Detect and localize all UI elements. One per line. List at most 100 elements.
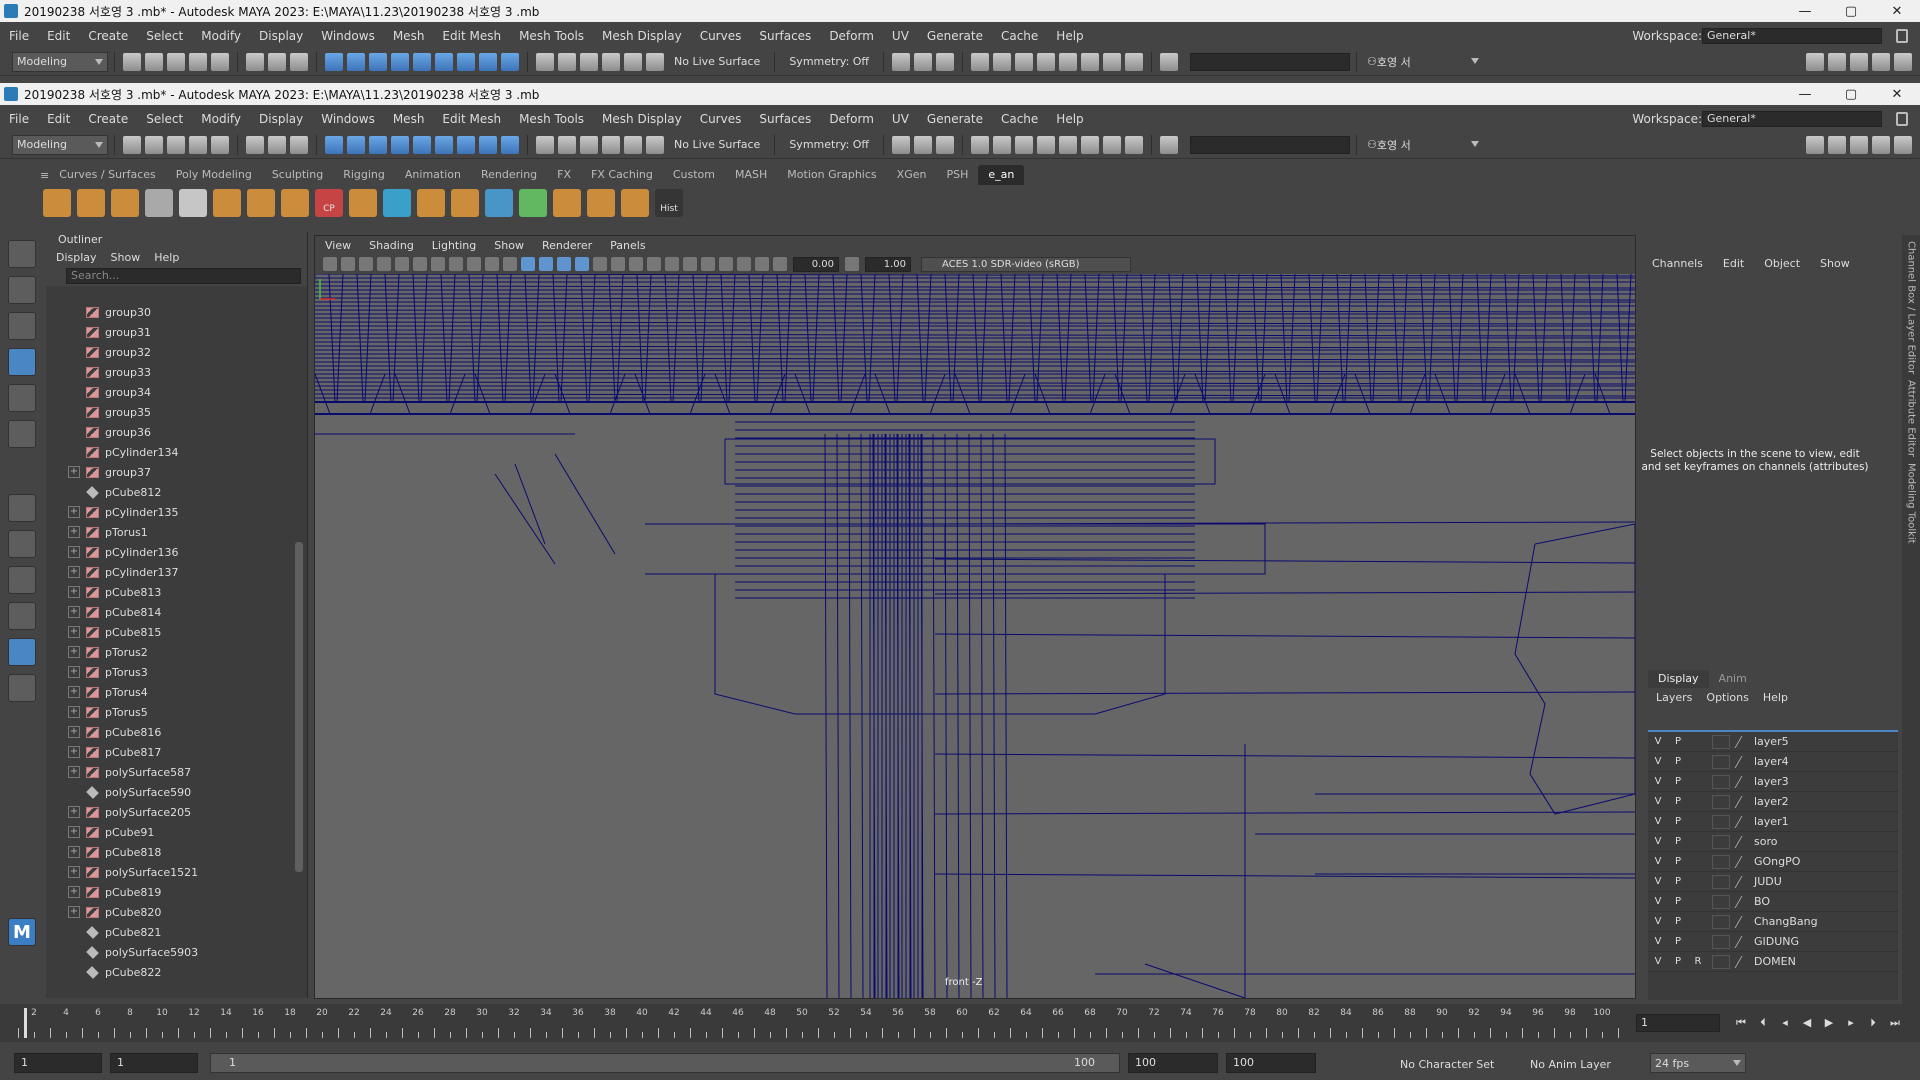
motion-blur-icon[interactable]	[647, 257, 661, 271]
close-button[interactable]: ✕	[1874, 83, 1920, 105]
xray-icon[interactable]	[719, 257, 733, 271]
side-tab-modeling-toolkit[interactable]: Modeling Toolkit	[1906, 463, 1917, 544]
outliner-item[interactable]: group34	[46, 382, 296, 402]
lock-icon[interactable]	[479, 135, 497, 154]
layer-color-swatch[interactable]	[1712, 874, 1730, 889]
select-component-icon[interactable]	[290, 135, 308, 154]
construct-history-icon[interactable]	[558, 135, 576, 154]
xray-joints-icon[interactable]	[737, 257, 751, 271]
expand-icon[interactable]: +	[68, 686, 80, 698]
ao-icon[interactable]	[629, 257, 643, 271]
brush-tool-icon[interactable]	[8, 494, 36, 522]
ops-5-icon[interactable]	[646, 52, 664, 71]
render-settings-icon[interactable]	[993, 135, 1012, 154]
workspace-dropdown[interactable]: General*	[1702, 111, 1882, 127]
snap-point-icon[interactable]	[369, 52, 387, 71]
open-scene-icon[interactable]	[145, 135, 163, 154]
menu-edit[interactable]: Edit	[38, 29, 79, 43]
viewport-menu-view[interactable]: View	[325, 239, 351, 252]
visibility-toggle[interactable]: V	[1648, 856, 1668, 867]
expand-icon[interactable]: +	[68, 726, 80, 738]
snap-live-icon[interactable]	[435, 135, 453, 154]
lasso-tool-icon[interactable]	[8, 276, 36, 304]
menu-cache[interactable]: Cache	[992, 112, 1047, 126]
playback-toggle[interactable]: P	[1668, 956, 1688, 967]
undo-icon[interactable]	[189, 135, 207, 154]
menu-mesh-display[interactable]: Mesh Display	[593, 29, 691, 43]
snap-extra-icon[interactable]	[501, 52, 519, 71]
sidebar-toggle-icon[interactable]	[1160, 135, 1179, 154]
viewport-menu-lighting[interactable]: Lighting	[432, 239, 476, 252]
close-button[interactable]: ✕	[1874, 0, 1920, 22]
outliner-item[interactable]: + pTorus1	[46, 522, 296, 542]
reference-toggle[interactable]: R	[1688, 956, 1708, 967]
step-back-frame-icon[interactable]: ◂	[1777, 1016, 1793, 1030]
playback-toggle[interactable]: P	[1668, 856, 1688, 867]
ring-orange-icon[interactable]	[349, 189, 377, 217]
undo-icon[interactable]	[189, 52, 207, 71]
gate-mask-icon[interactable]	[449, 257, 463, 271]
expand-icon[interactable]: +	[68, 586, 80, 598]
extrude-icon[interactable]	[213, 189, 241, 217]
layer-row[interactable]: V P GOngPO	[1648, 852, 1898, 872]
layer-color-swatch[interactable]	[1712, 834, 1730, 849]
menu-edit[interactable]: Edit	[38, 112, 79, 126]
expand-icon[interactable]: +	[68, 906, 80, 918]
playback-toggle[interactable]: P	[1668, 876, 1688, 887]
time-slider-track[interactable]: 2 4 6 8 10 12 14 16 18 20 22 24 26 28 30 32 34 36 38 40 42 44…	[18, 1008, 1628, 1038]
hypershade-icon[interactable]	[1015, 135, 1034, 154]
layer-color-swatch[interactable]	[1712, 774, 1730, 789]
gamma-field[interactable]: 1.00	[865, 256, 911, 272]
redo-icon[interactable]	[211, 52, 229, 71]
expand-icon[interactable]: +	[68, 606, 80, 618]
mode-dropdown[interactable]: Modeling	[12, 134, 108, 155]
outliner-scrollbar[interactable]	[295, 302, 303, 990]
outliner-item[interactable]: + pCube817	[46, 742, 296, 762]
outliner-item[interactable]: pCylinder134	[46, 442, 296, 462]
step-back-key-icon[interactable]: ⏴	[1755, 1016, 1771, 1030]
layer-row[interactable]: V Player3	[1648, 772, 1898, 792]
side-tab-channel-box-layer-editor[interactable]: Channel Box / Layer Editor	[1906, 241, 1917, 374]
outliner-layout-icon[interactable]	[8, 638, 36, 666]
menu-surfaces[interactable]: Surfaces	[750, 112, 820, 126]
outliner-menu-display[interactable]: Display	[56, 251, 97, 264]
expand-icon[interactable]: +	[68, 886, 80, 898]
layer-row[interactable]: V P ChangBang	[1648, 912, 1898, 932]
shelf-tab-sculpting[interactable]: Sculpting	[262, 165, 333, 185]
shelf-tab-motion-graphics[interactable]: Motion Graphics	[777, 165, 886, 185]
snap-grid-icon[interactable]	[325, 52, 343, 71]
tool-settings-icon[interactable]	[1850, 52, 1868, 71]
poly-split-icon[interactable]	[111, 189, 139, 217]
channel-box-menu-channels[interactable]: Channels	[1652, 257, 1703, 270]
input-ops-icon[interactable]	[536, 52, 554, 71]
snap-curve-icon[interactable]	[347, 52, 365, 71]
exposure-field[interactable]: 0.00	[793, 256, 839, 272]
playback-toggle[interactable]: P	[1668, 756, 1688, 767]
menu-deform[interactable]: Deform	[820, 29, 883, 43]
pause-icon[interactable]	[1125, 135, 1144, 154]
menu-uv[interactable]: UV	[883, 112, 918, 126]
cone-icon[interactable]	[553, 189, 581, 217]
textured-icon[interactable]	[575, 257, 589, 271]
outliner-item[interactable]: + pTorus4	[46, 682, 296, 702]
menu-cache[interactable]: Cache	[992, 29, 1047, 43]
ops-3-icon[interactable]	[602, 52, 620, 71]
select-hierarchy-icon[interactable]	[246, 52, 264, 71]
shelf-tab-xgen[interactable]: XGen	[887, 165, 937, 185]
render-view-icon[interactable]	[971, 135, 990, 154]
outliner-item[interactable]: + pCube814	[46, 602, 296, 622]
outliner-item[interactable]: + group37	[46, 462, 296, 482]
layer-row[interactable]: V P GIDUNG	[1648, 932, 1898, 952]
shelf-tab-mash[interactable]: MASH	[725, 165, 777, 185]
layer-color-swatch[interactable]	[1712, 734, 1730, 749]
move-tool-icon[interactable]	[8, 348, 36, 376]
resolution-gate-icon[interactable]	[431, 257, 445, 271]
layout-four-icon[interactable]	[8, 566, 36, 594]
light-editor-icon[interactable]	[1037, 52, 1056, 71]
outliner-item[interactable]: + pCube91	[46, 822, 296, 842]
ops-2-icon[interactable]	[580, 52, 598, 71]
image-plane-icon[interactable]	[377, 257, 391, 271]
paint-select-tool-icon[interactable]	[8, 312, 36, 340]
gamma-icon[interactable]	[845, 257, 859, 271]
outliner-item[interactable]: + pTorus5	[46, 702, 296, 722]
